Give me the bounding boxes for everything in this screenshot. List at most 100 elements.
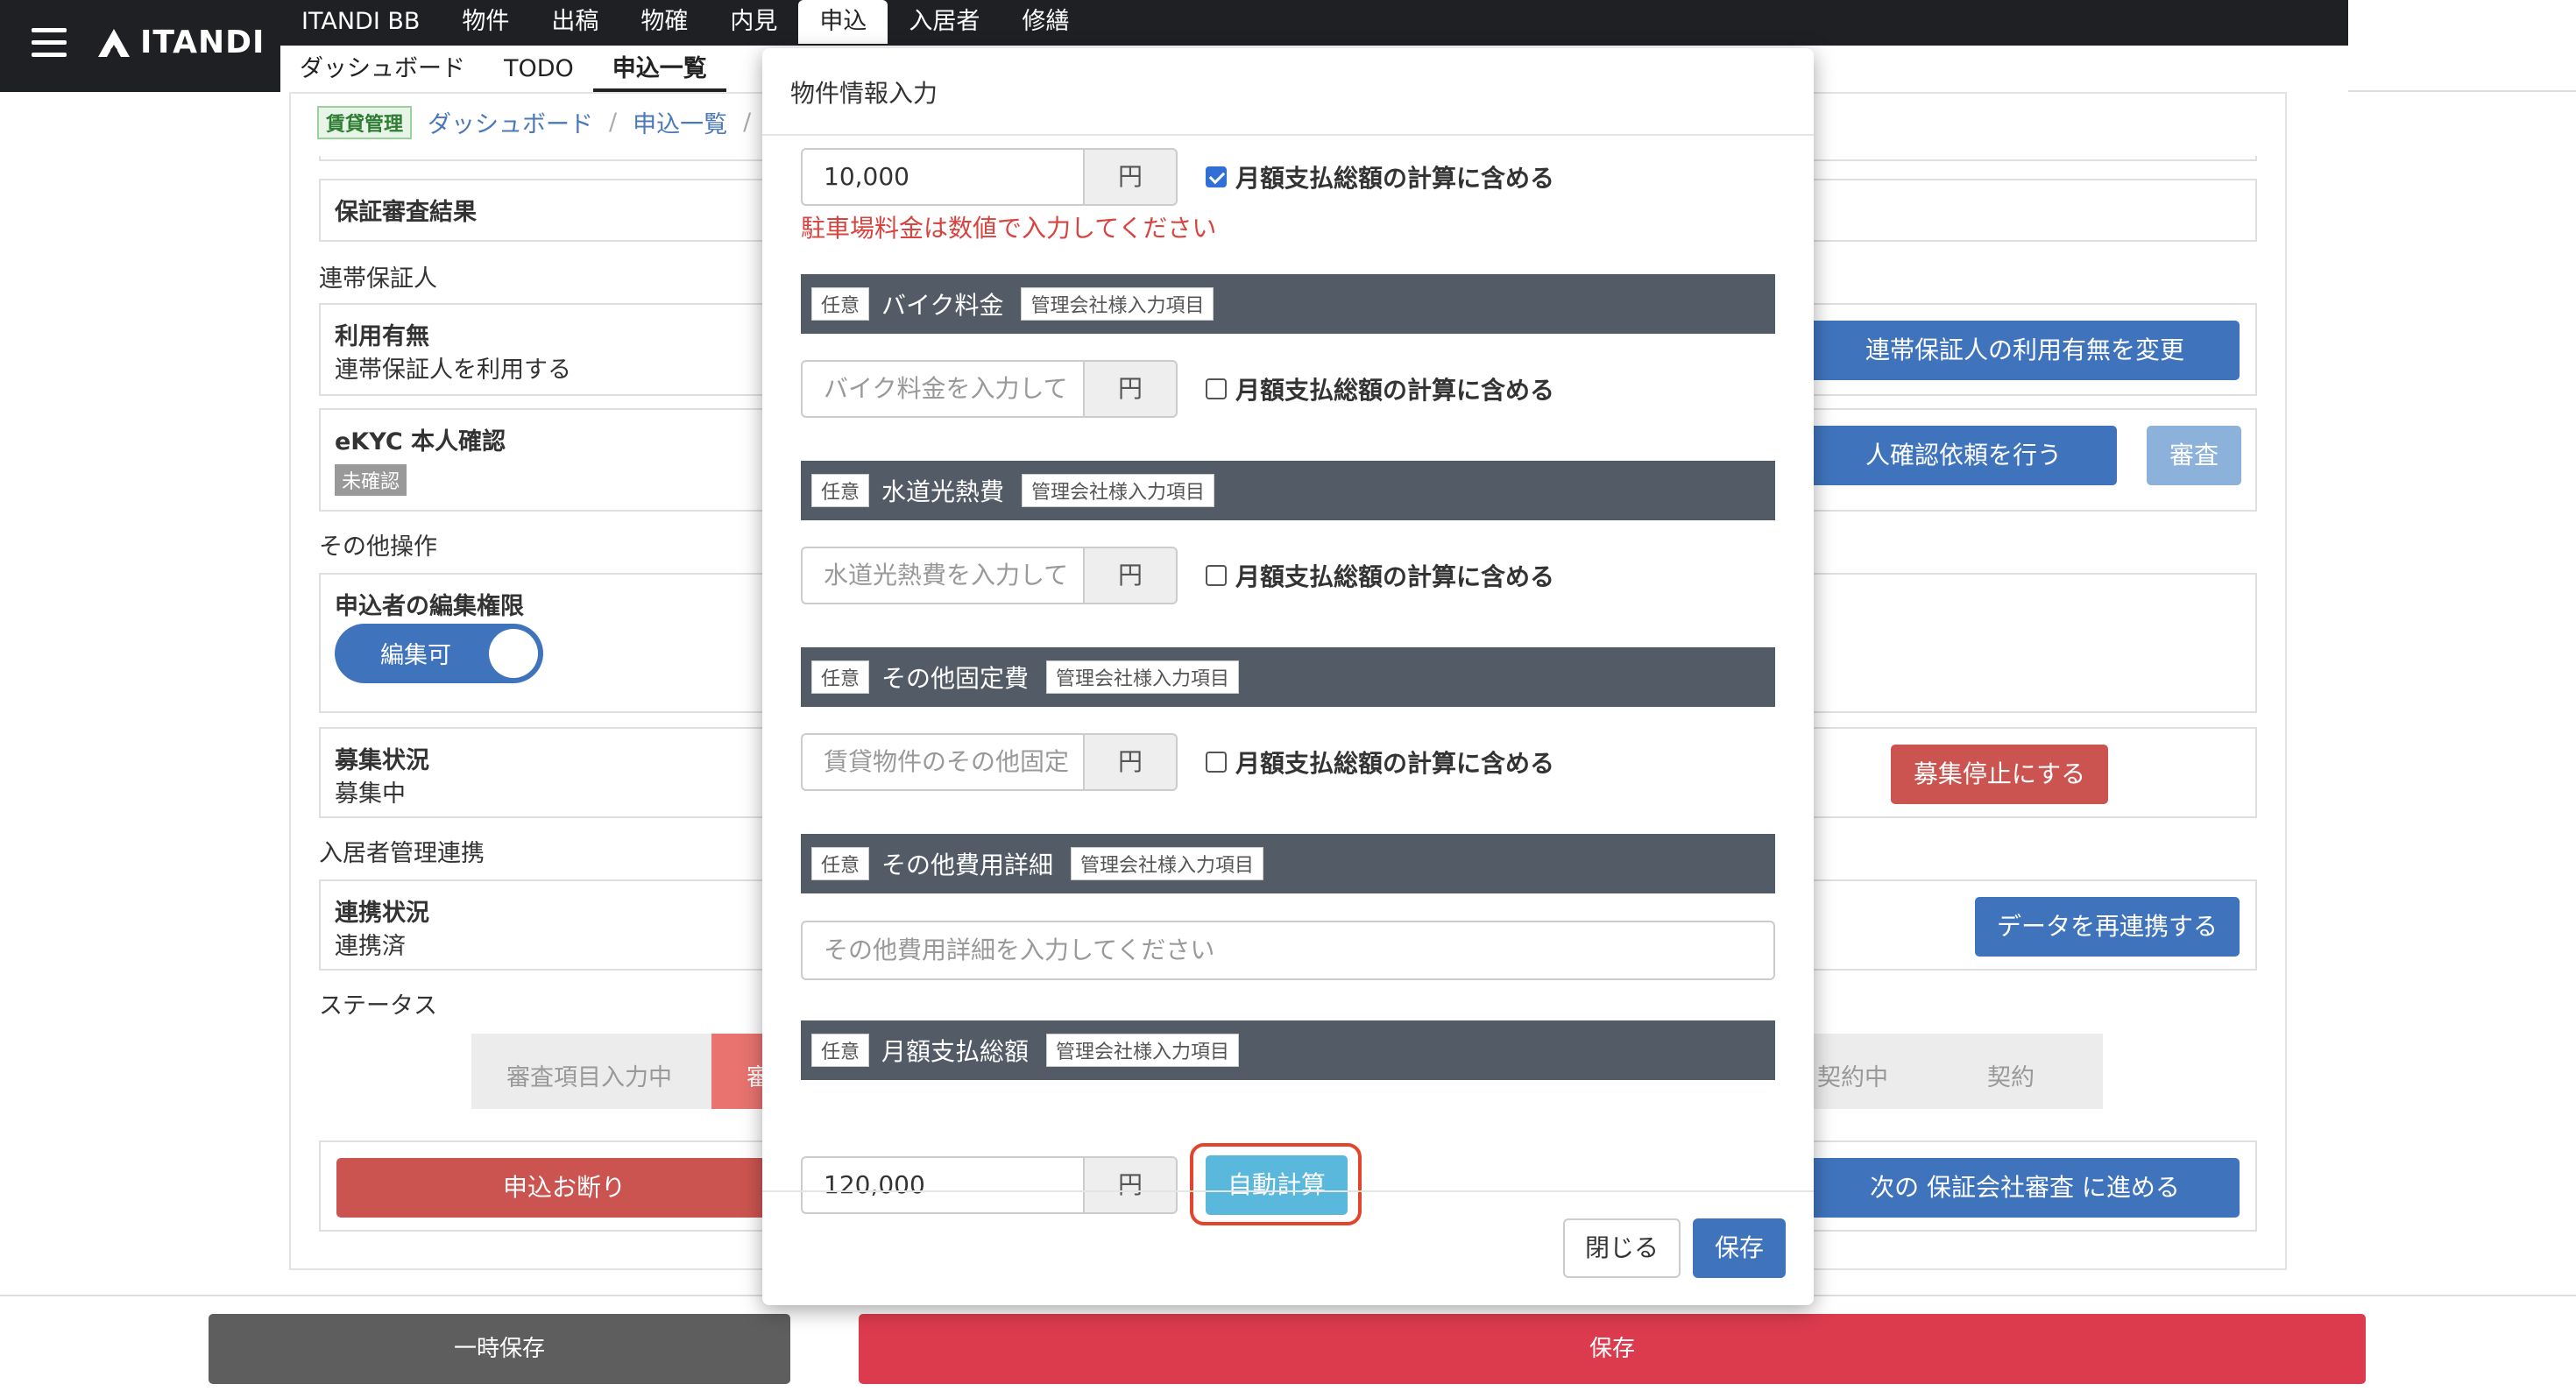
checkbox-label: 月額支払総額の計算に含める xyxy=(1235,562,1555,591)
field-name: バイク料金 xyxy=(881,291,1004,320)
usage-label: 利用有無 xyxy=(335,323,429,350)
ekyc-status-badge: 未確認 xyxy=(335,464,407,496)
field-name: 月額支払総額 xyxy=(881,1037,1030,1066)
optional-tag: 任意 xyxy=(811,1034,870,1067)
edit-permission-toggle[interactable]: 編集可 xyxy=(335,624,543,683)
breadcrumb-application-list[interactable]: 申込一覧 xyxy=(633,105,727,139)
joint-guarantor-section: 連帯保証人 xyxy=(319,265,437,293)
checkbox-label: 月額支払総額の計算に含める xyxy=(1235,376,1555,405)
other-fixed-include-checkbox[interactable]: 月額支払総額の計算に含める xyxy=(1206,745,1554,780)
subnav-dashboard[interactable]: ダッシュボード xyxy=(280,46,485,92)
nav-moushikomi[interactable]: 申込 xyxy=(798,0,888,44)
mgmt-tag: 管理会社様入力項目 xyxy=(1046,660,1240,694)
other-fixed-header: 任意 その他固定費 管理会社様入力項目 xyxy=(801,647,1775,707)
step-contract: 契約中 契約 xyxy=(1814,1034,2103,1109)
edit-perm-label: 申込者の編集権限 xyxy=(335,593,524,620)
usage-value: 連帯保証人を利用する xyxy=(335,357,571,384)
parking-fee-group: 10,000 円 xyxy=(801,148,1178,206)
decline-button[interactable]: 申込お断り xyxy=(336,1158,792,1218)
link-status-label: 連携状況 xyxy=(335,900,429,927)
optional-tag: 任意 xyxy=(811,287,870,321)
subnav-todo[interactable]: TODO xyxy=(485,46,593,92)
nav-nyukyosha[interactable]: 入居者 xyxy=(888,0,1001,44)
other-detail-input[interactable]: その他費用詳細を入力してください xyxy=(801,921,1775,980)
relink-button[interactable]: データを再連携する xyxy=(1975,897,2240,957)
close-button[interactable]: 閉じる xyxy=(1563,1218,1681,1278)
nav-bukkaku[interactable]: 物確 xyxy=(619,0,709,44)
yen-unit: 円 xyxy=(1083,547,1178,604)
change-usage-button[interactable]: 連帯保証人の利用有無を変更 xyxy=(1810,321,2240,380)
field-name: その他固定費 xyxy=(881,664,1030,693)
save-bottom-button[interactable]: 保存 xyxy=(859,1314,2366,1384)
nav-bukken[interactable]: 物件 xyxy=(441,0,530,44)
breadcrumb-sep: / xyxy=(743,109,752,136)
monthly-total-header: 任意 月額支払総額 管理会社様入力項目 xyxy=(801,1020,1775,1080)
checkbox-label: 月額支払総額の計算に含める xyxy=(1235,164,1555,193)
checkbox-unchecked-icon xyxy=(1206,378,1227,399)
checkbox-label: 月額支払総額の計算に含める xyxy=(1235,749,1555,778)
breadcrumb: 賃貸管理 ダッシュボード / 申込一覧 / xyxy=(317,105,751,139)
field-name: その他費用詳細 xyxy=(881,851,1054,879)
stop-recruit-button[interactable]: 募集停止にする xyxy=(1891,745,2108,804)
bike-fee-group: バイク料金を入力して 円 xyxy=(801,360,1178,418)
step-label: 審査項目入力中 xyxy=(506,1064,672,1091)
nav-itandi-bb[interactable]: ITANDI BB xyxy=(280,0,441,44)
mgmt-tag: 管理会社様入力項目 xyxy=(1021,287,1214,321)
ekyc-label: eKYC 本人確認 xyxy=(335,428,506,455)
bike-include-checkbox[interactable]: 月額支払総額の計算に含める xyxy=(1206,371,1554,406)
itandi-logo[interactable]: ITANDI xyxy=(96,25,265,60)
mgmt-tag: 管理会社様入力項目 xyxy=(1071,847,1264,880)
other-fixed-input[interactable]: 賃貸物件のその他固定 xyxy=(801,733,1083,791)
modal-save-button[interactable]: 保存 xyxy=(1693,1218,1786,1278)
nav-shukko[interactable]: 出稿 xyxy=(530,0,619,44)
rental-mgmt-badge: 賃貸管理 xyxy=(317,105,413,139)
itandi-logo-icon xyxy=(98,28,130,57)
bike-fee-header: 任意 バイク料金 管理会社様入力項目 xyxy=(801,274,1775,334)
link-status-value: 連携済 xyxy=(335,933,406,960)
property-info-modal: 物件情報入力 10,000 円 月額支払総額の計算に含める 駐車場料金は数値で入… xyxy=(762,48,1814,1305)
next-step-button[interactable]: 次の 保証会社審査 に進める xyxy=(1810,1158,2240,1218)
utility-fee-header: 任意 水道光熱費 管理会社様入力項目 xyxy=(801,461,1775,520)
tenant-link-section: 入居者管理連携 xyxy=(319,840,485,867)
mgmt-tag: 管理会社様入力項目 xyxy=(1046,1034,1240,1067)
recruit-value: 募集中 xyxy=(335,780,406,808)
utility-fee-input[interactable]: 水道光熱費を入力して xyxy=(801,547,1083,604)
other-detail-header: 任意 その他費用詳細 管理会社様入力項目 xyxy=(801,834,1775,893)
ekyc-request-button[interactable]: 人確認依頼を行う xyxy=(1810,426,2117,485)
review-button[interactable]: 審査 xyxy=(2147,426,2241,485)
breadcrumb-dashboard[interactable]: ダッシュボード xyxy=(428,105,593,139)
optional-tag: 任意 xyxy=(811,474,870,507)
mgmt-tag: 管理会社様入力項目 xyxy=(1022,474,1215,507)
modal-header: 物件情報入力 xyxy=(762,48,1814,136)
guarantee-result-label: 保証審査結果 xyxy=(335,199,477,226)
breadcrumb-sep: / xyxy=(609,109,618,136)
header-right xyxy=(2348,0,2576,92)
nav-naiken[interactable]: 内見 xyxy=(709,0,798,44)
yen-unit: 円 xyxy=(1083,148,1178,206)
main-nav: ITANDI BB 物件 出稿 物確 内見 申込 入居者 修繕 xyxy=(280,0,1090,44)
parking-include-checkbox[interactable]: 月額支払総額の計算に含める xyxy=(1206,159,1554,194)
temp-save-button[interactable]: 一時保存 xyxy=(209,1314,790,1384)
step-label: 契約中 xyxy=(1817,1064,1888,1091)
parking-error-message: 駐車場料金は数値で入力してください xyxy=(801,214,1217,243)
checkbox-unchecked-icon xyxy=(1206,565,1227,586)
bike-fee-input[interactable]: バイク料金を入力して xyxy=(801,360,1083,418)
nav-shuzen[interactable]: 修繕 xyxy=(1001,0,1090,44)
utility-include-checkbox[interactable]: 月額支払総額の計算に含める xyxy=(1206,558,1554,593)
optional-tag: 任意 xyxy=(811,660,870,694)
menu-icon[interactable] xyxy=(32,28,67,58)
yen-unit: 円 xyxy=(1083,360,1178,418)
step-label: 契約 xyxy=(1987,1064,2035,1091)
toggle-label: 編集可 xyxy=(380,642,451,669)
other-fixed-group: 賃貸物件のその他固定 円 xyxy=(801,733,1178,791)
utility-fee-group: 水道光熱費を入力して 円 xyxy=(801,547,1178,604)
parking-fee-input[interactable]: 10,000 xyxy=(801,148,1083,206)
toggle-knob xyxy=(489,629,538,678)
subnav-application-list[interactable]: 申込一覧 xyxy=(592,46,726,92)
step-current: 審 xyxy=(711,1034,770,1109)
checkbox-unchecked-icon xyxy=(1206,752,1227,773)
step-review-input: 審査項目入力中 xyxy=(471,1034,727,1109)
logo-text: ITANDI xyxy=(140,25,265,60)
yen-unit: 円 xyxy=(1083,733,1178,791)
modal-title: 物件情報入力 xyxy=(790,79,938,108)
